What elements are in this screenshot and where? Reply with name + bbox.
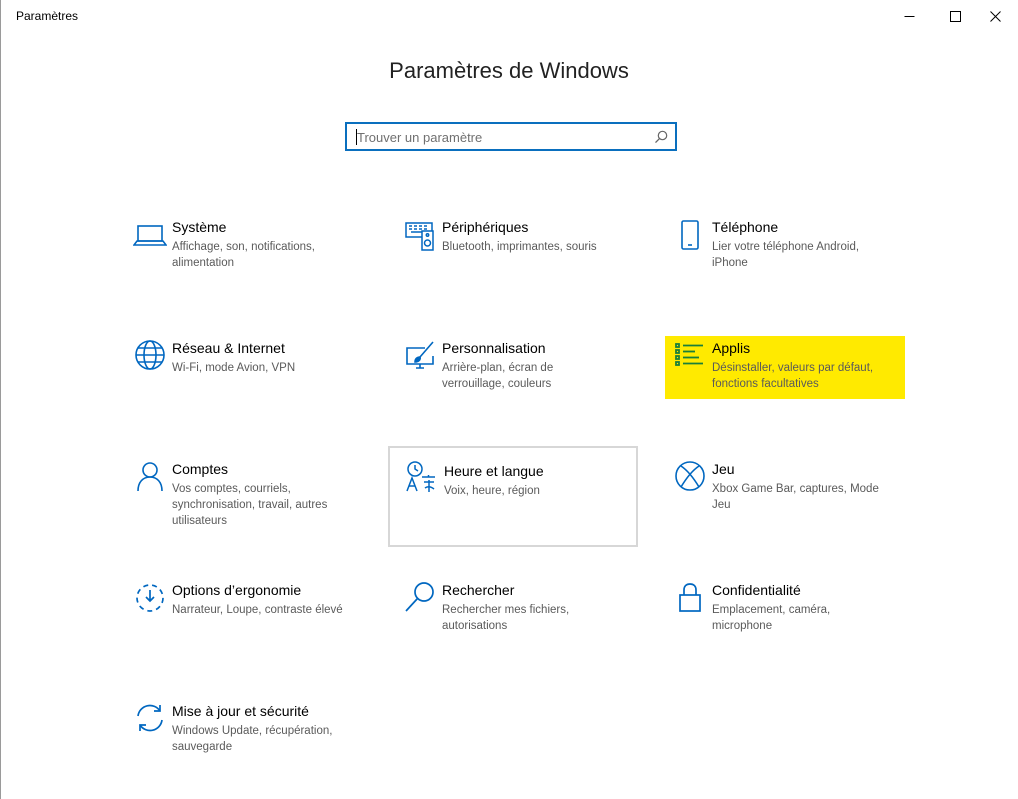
tile-description: Windows Update, récupération, sauvegarde [172, 725, 333, 753]
tile-confidentialite[interactable]: Confidentialité Emplacement, caméra, mic… [655, 568, 903, 668]
tile-mise-a-jour-securite[interactable]: Mise à jour et sécurité Windows Update, … [115, 689, 363, 789]
tile-title: Options d’ergonomie [172, 582, 302, 598]
tile-description: Narrateur, Loupe, contraste élevé [172, 604, 343, 616]
minimize-button[interactable] [886, 0, 932, 32]
minimize-icon [904, 11, 915, 22]
laptop-icon [133, 217, 167, 251]
page-title: Paramètres de Windows [389, 58, 629, 83]
tile-description: Bluetooth, imprimantes, souris [442, 241, 597, 253]
tile-title: Jeu [712, 461, 735, 477]
search-icon[interactable] [654, 130, 668, 149]
tile-description: Vos comptes, courriels, synchronisation,… [172, 483, 328, 527]
tile-description: Lier votre téléphone Android, iPhone [712, 241, 860, 269]
close-button[interactable] [972, 0, 1018, 32]
tile-description: Voix, heure, région [444, 485, 540, 497]
tile-systeme[interactable]: Système Affichage, son, notifications, a… [115, 205, 363, 305]
tile-description: Affichage, son, notifications, alimentat… [172, 241, 315, 269]
tile-title: Périphériques [442, 219, 529, 235]
lock-icon [673, 580, 707, 614]
tile-title: Mise à jour et sécurité [172, 703, 309, 719]
tile-peripheriques[interactable]: Périphériques Bluetooth, imprimantes, so… [385, 205, 633, 305]
apps-list-icon [673, 338, 707, 372]
ease-of-access-icon [133, 580, 167, 614]
tile-description: Arrière-plan, écran de verrouillage, cou… [442, 362, 554, 390]
tile-title: Personnalisation [442, 340, 546, 356]
tile-options-ergonomie[interactable]: Options d’ergonomie Narrateur, Loupe, co… [115, 568, 363, 668]
tile-rechercher[interactable]: Rechercher Rechercher mes fichiers, auto… [385, 568, 633, 668]
tile-description: Désinstaller, valeurs par défaut, foncti… [712, 362, 874, 390]
title-bar: Paramètres [0, 0, 1018, 32]
tile-reseau-internet[interactable]: Réseau & Internet Wi-Fi, mode Avion, VPN [115, 326, 363, 426]
paintbrush-monitor-icon [403, 338, 437, 372]
update-sync-icon [133, 701, 167, 735]
tile-comptes[interactable]: Comptes Vos comptes, courriels, synchron… [115, 447, 363, 547]
close-icon [989, 10, 1001, 22]
tile-description: Wi-Fi, mode Avion, VPN [172, 362, 296, 374]
tile-title: Confidentialité [712, 582, 801, 598]
tile-title: Réseau & Internet [172, 340, 285, 356]
tile-title: Rechercher [442, 582, 515, 598]
devices-icon [403, 217, 437, 251]
tile-description: Rechercher mes fichiers, autorisations [442, 604, 570, 632]
tile-title: Système [172, 219, 227, 235]
tile-jeu[interactable]: Jeu Xbox Game Bar, captures, Mode Jeu [655, 447, 903, 547]
app-title: Paramètres [16, 9, 79, 23]
maximize-icon [949, 10, 961, 22]
tile-applis[interactable]: Applis Désinstaller, valeurs par défaut,… [655, 326, 903, 426]
tile-description: Emplacement, caméra, microphone [712, 604, 831, 632]
tile-title: Applis [712, 340, 751, 356]
phone-icon [673, 217, 707, 251]
time-language-icon [404, 459, 438, 493]
magnifier-icon [403, 580, 437, 614]
search-box[interactable] [345, 122, 677, 151]
person-icon [133, 459, 167, 493]
tile-personnalisation[interactable]: Personnalisation Arrière-plan, écran de … [385, 326, 633, 426]
search-input[interactable] [357, 128, 647, 146]
tile-description: Xbox Game Bar, captures, Mode Jeu [712, 483, 879, 511]
tile-title: Téléphone [712, 219, 779, 235]
tile-telephone[interactable]: Téléphone Lier votre téléphone Android, … [655, 205, 903, 305]
tile-heure-langue[interactable]: Heure et langue Voix, heure, région [388, 446, 638, 547]
xbox-icon [673, 459, 707, 493]
tile-title: Comptes [172, 461, 229, 477]
globe-icon [133, 338, 167, 372]
window-left-border [0, 0, 1, 799]
tile-title: Heure et langue [444, 463, 544, 479]
